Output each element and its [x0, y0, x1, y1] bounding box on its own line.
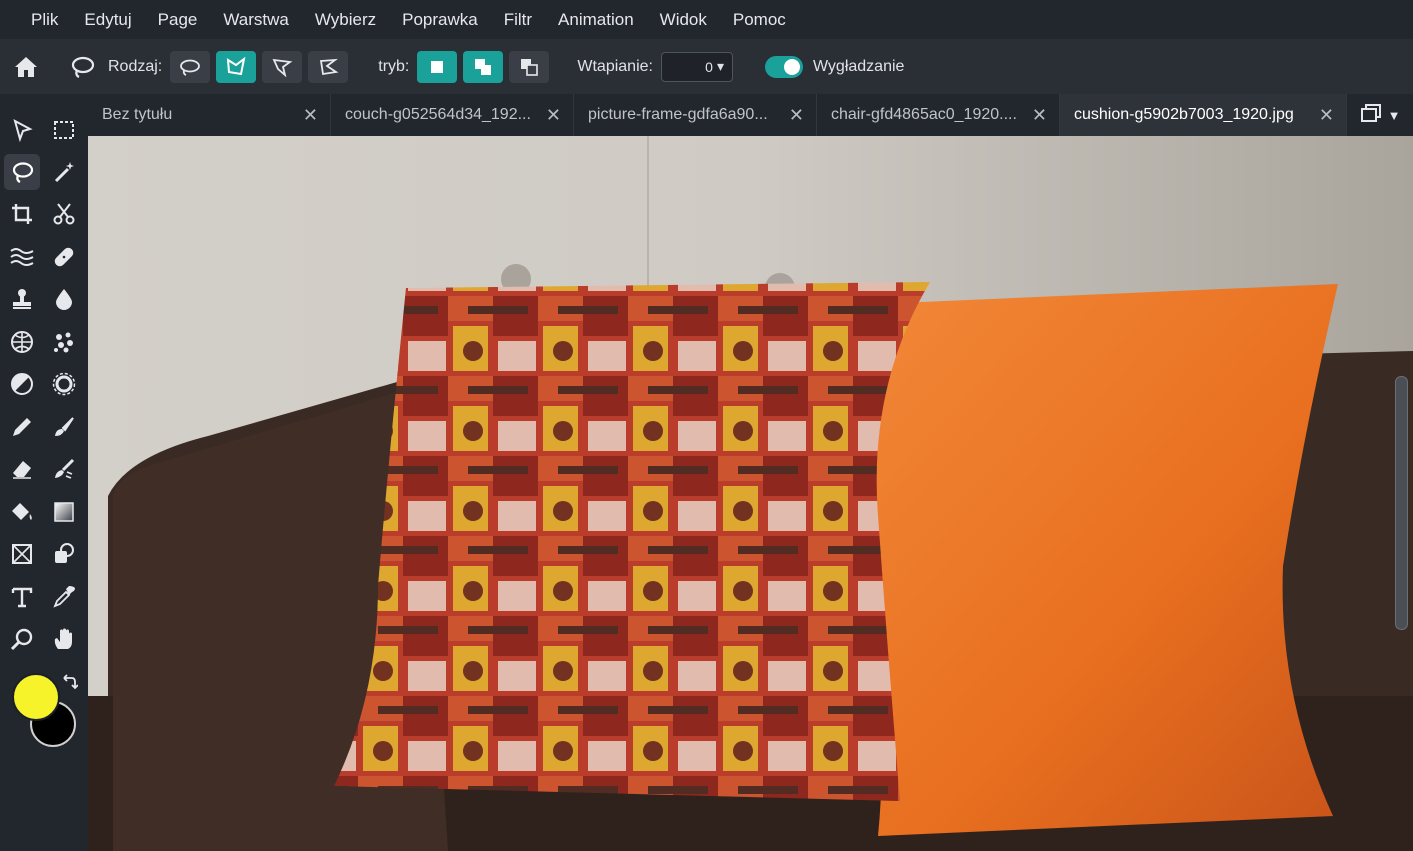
- window-arrange-button[interactable]: ▼: [1347, 94, 1413, 136]
- mode-new-button[interactable]: [417, 50, 458, 83]
- marquee-icon[interactable]: [46, 112, 82, 148]
- lasso-polygon-button[interactable]: [216, 50, 257, 83]
- tab-label: Bez tytułu: [102, 106, 173, 123]
- mode-label: tryb:: [378, 57, 410, 75]
- chevron-down-icon: ▾: [716, 58, 724, 74]
- transform-icon[interactable]: [4, 536, 40, 572]
- mode-subtract-button[interactable]: [509, 50, 550, 83]
- close-icon[interactable]: ✕: [789, 105, 804, 126]
- sphere-icon[interactable]: [4, 324, 40, 360]
- feather-input[interactable]: 0 ▾: [660, 51, 733, 82]
- close-icon[interactable]: ✕: [303, 105, 318, 126]
- menu-bar: Plik Edytuj Page Warstwa Wybierz Poprawk…: [0, 0, 1413, 39]
- menu-view[interactable]: Widok: [647, 0, 720, 39]
- particles-icon[interactable]: [46, 324, 82, 360]
- lasso-icon[interactable]: [4, 154, 40, 190]
- feather-label: Wtapianie:: [577, 57, 653, 75]
- dodge-icon[interactable]: [4, 366, 40, 402]
- stamp-icon[interactable]: [4, 281, 40, 317]
- menu-file[interactable]: Plik: [18, 0, 71, 39]
- pencil-icon[interactable]: [4, 409, 40, 445]
- zoom-icon[interactable]: [4, 621, 40, 657]
- close-icon[interactable]: ✕: [1032, 105, 1047, 126]
- mode-add-button[interactable]: [463, 50, 504, 83]
- options-bar: Rodzaj: tryb: Wtapianie: 0 ▾ Wygładzanie: [0, 39, 1413, 94]
- hand-icon[interactable]: [46, 621, 82, 657]
- crop-icon[interactable]: [4, 196, 40, 232]
- menu-layer[interactable]: Warstwa: [210, 0, 302, 39]
- tab-label: couch-g052564d34_192...: [345, 106, 531, 123]
- eyedropper-icon[interactable]: [46, 579, 82, 615]
- close-icon[interactable]: ✕: [1319, 105, 1334, 126]
- windows-icon: [1360, 103, 1382, 128]
- menu-select[interactable]: Wybierz: [302, 0, 389, 39]
- menu-filter[interactable]: Filtr: [491, 0, 545, 39]
- tab-cushion[interactable]: cushion-g5902b7003_1920.jpg ✕: [1060, 94, 1347, 136]
- text-icon[interactable]: [4, 579, 40, 615]
- lasso-magnetic-button[interactable]: [262, 50, 303, 83]
- smudge-brush-icon[interactable]: [46, 451, 82, 487]
- menu-page[interactable]: Page: [145, 0, 211, 39]
- liquify-icon[interactable]: [4, 239, 40, 275]
- tab-label: cushion-g5902b7003_1920.jpg: [1074, 106, 1294, 123]
- select-arrow-icon[interactable]: [4, 112, 40, 148]
- sponge-icon[interactable]: [46, 366, 82, 402]
- tab-label: chair-gfd4865ac0_1920....: [831, 106, 1017, 123]
- type-label: Rodzaj:: [108, 57, 163, 75]
- document-tabs: Bez tytułu ✕ couch-g052564d34_192... ✕ p…: [88, 94, 1413, 136]
- bucket-icon[interactable]: [4, 494, 40, 530]
- vertical-scrollbar[interactable]: [1395, 376, 1408, 630]
- feather-value: 0: [705, 58, 713, 75]
- tab-picture-frame[interactable]: picture-frame-gdfa6a90... ✕: [574, 94, 817, 136]
- magic-wand-icon[interactable]: [46, 154, 82, 190]
- heal-bandage-icon[interactable]: [46, 239, 82, 275]
- home-icon[interactable]: [8, 49, 44, 85]
- lasso-tool-icon: [64, 49, 100, 85]
- menu-animation[interactable]: Animation: [545, 0, 647, 39]
- foreground-color-swatch[interactable]: [12, 673, 60, 721]
- scissors-icon[interactable]: [46, 196, 82, 232]
- cushion-photo: [88, 136, 1413, 851]
- smoothing-label: Wygładzanie: [812, 57, 905, 75]
- tab-couch[interactable]: couch-g052564d34_192... ✕: [331, 94, 574, 136]
- canvas-area[interactable]: [88, 136, 1413, 851]
- brush-icon[interactable]: [46, 409, 82, 445]
- close-icon[interactable]: ✕: [546, 105, 561, 126]
- chevron-down-icon: ▼: [1387, 107, 1401, 123]
- shape-icon[interactable]: [46, 536, 82, 572]
- tab-bez-tytulu[interactable]: Bez tytułu ✕: [88, 94, 331, 136]
- menu-adjust[interactable]: Poprawka: [389, 0, 491, 39]
- gradient-icon[interactable]: [46, 494, 82, 530]
- lasso-freehand-button[interactable]: [170, 50, 211, 83]
- menu-help[interactable]: Pomoc: [720, 0, 799, 39]
- lasso-quick-button[interactable]: [308, 50, 349, 83]
- tab-label: picture-frame-gdfa6a90...: [588, 106, 768, 123]
- blur-drop-icon[interactable]: [46, 281, 82, 317]
- smoothing-toggle[interactable]: [764, 55, 803, 78]
- tab-chair[interactable]: chair-gfd4865ac0_1920.... ✕: [817, 94, 1060, 136]
- swap-colors-icon[interactable]: [60, 674, 79, 697]
- menu-edit[interactable]: Edytuj: [71, 0, 144, 39]
- eraser-icon[interactable]: [4, 451, 40, 487]
